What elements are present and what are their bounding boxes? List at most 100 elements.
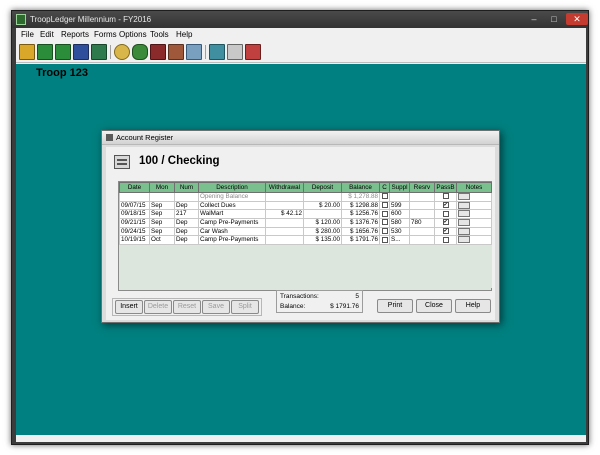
withdrawal-cell[interactable] <box>265 192 304 202</box>
deposit-cell[interactable]: $ 120.00 <box>303 218 342 228</box>
save-icon[interactable] <box>37 44 53 60</box>
notes-button[interactable] <box>458 193 470 200</box>
balance-cell[interactable]: $ 1791.76 <box>341 235 380 246</box>
column-header-passb[interactable]: PassB <box>434 182 457 193</box>
description-cell[interactable]: Opening Balance <box>198 192 266 202</box>
passbook-cell[interactable] <box>434 192 457 202</box>
table-row[interactable]: 09/21/15 Sep Dep Camp Pre-Payments $ 120.00 $… <box>119 218 492 228</box>
passbook-cell[interactable] <box>434 209 457 219</box>
column-header-c[interactable]: C <box>379 182 390 193</box>
deposit-cell[interactable]: $ 280.00 <box>303 226 342 237</box>
cleared-cell[interactable] <box>379 209 390 219</box>
num-cell[interactable]: Dep <box>174 200 199 211</box>
withdrawal-cell[interactable]: $ 42.12 <box>265 209 304 219</box>
notebook-icon[interactable] <box>209 44 225 60</box>
notes-button[interactable] <box>458 236 470 244</box>
withdrawal-cell[interactable] <box>265 235 304 246</box>
passbook-checkbox[interactable]: ✔ <box>442 228 449 235</box>
cleared-cell[interactable] <box>379 226 390 237</box>
delete-button[interactable]: Delete <box>144 300 172 314</box>
cleared-checkbox[interactable] <box>381 228 388 235</box>
notes-cell[interactable] <box>456 209 492 219</box>
num-cell[interactable]: Dep <box>174 226 199 237</box>
suppl-cell[interactable] <box>389 192 410 202</box>
folder-open-icon[interactable] <box>19 44 35 60</box>
balance-cell[interactable]: $ 1656.76 <box>341 226 380 237</box>
passbook-checkbox[interactable] <box>442 236 449 243</box>
suppl-cell[interactable]: 600 <box>389 209 410 219</box>
calendar-icon[interactable] <box>91 44 107 60</box>
date-cell[interactable]: 09/07/15 <box>119 200 150 211</box>
insert-button[interactable]: Insert <box>115 300 143 314</box>
month-cell[interactable]: Sep <box>149 226 175 237</box>
table-row[interactable]: 10/19/15 Oct Dep Camp Pre-Payments $ 135.00 $… <box>119 235 492 246</box>
notes-button[interactable] <box>458 210 470 218</box>
withdrawal-cell[interactable] <box>265 200 304 211</box>
resrv-cell[interactable] <box>409 209 435 219</box>
maximize-button[interactable]: □ <box>545 13 563 25</box>
notes-cell[interactable] <box>456 192 492 202</box>
menu-file[interactable]: File <box>21 28 34 42</box>
passbook-cell[interactable] <box>434 235 457 246</box>
deposit-cell[interactable] <box>303 209 342 219</box>
minimize-button[interactable]: – <box>525 13 543 25</box>
cleared-cell[interactable] <box>379 235 390 246</box>
description-cell[interactable]: Car Wash <box>198 226 266 237</box>
passbook-checkbox[interactable]: ✔ <box>442 202 449 209</box>
notes-button[interactable] <box>458 202 470 209</box>
scout-icon[interactable] <box>132 44 148 60</box>
description-cell[interactable]: Camp Pre-Payments <box>198 218 266 228</box>
notes-button[interactable] <box>458 219 470 227</box>
column-header-balance[interactable]: Balance <box>341 182 380 193</box>
handshake-icon[interactable] <box>186 44 202 60</box>
date-cell[interactable]: 09/18/15 <box>119 209 150 219</box>
resrv-cell[interactable] <box>409 226 435 237</box>
date-cell[interactable]: 09/24/15 <box>119 226 150 237</box>
deposit-cell[interactable]: $ 135.00 <box>303 235 342 246</box>
balance-cell[interactable]: $ 1298.88 <box>341 200 380 211</box>
column-header-resrv[interactable]: Resrv <box>409 182 435 193</box>
table-row[interactable]: 09/18/15 Sep 217 WalMart $ 42.12 $ 1256.76 600 <box>119 209 492 219</box>
accounts-icon[interactable] <box>73 44 89 60</box>
notes-cell[interactable] <box>456 200 492 211</box>
close-button[interactable]: Close <box>416 299 452 313</box>
suppl-cell[interactable]: S... <box>389 235 410 246</box>
month-cell[interactable]: Oct <box>149 235 175 246</box>
table-row[interactable]: 09/07/15 Sep Dep Collect Dues $ 20.00 $ 1298.… <box>119 200 492 211</box>
print-button[interactable]: Print <box>377 299 413 313</box>
num-cell[interactable]: Dep <box>174 218 199 228</box>
notes-cell[interactable] <box>456 226 492 237</box>
column-header-notes[interactable]: Notes <box>456 182 492 193</box>
passbook-checkbox[interactable] <box>442 210 449 217</box>
num-cell[interactable]: Dep <box>174 235 199 246</box>
menu-tools[interactable]: Tools <box>150 28 169 42</box>
resrv-cell[interactable] <box>409 192 435 202</box>
month-cell[interactable] <box>149 192 175 202</box>
save-button[interactable]: Save <box>202 300 230 314</box>
withdrawal-cell[interactable] <box>265 226 304 237</box>
close-window-button[interactable]: ✕ <box>566 13 588 25</box>
reset-button[interactable]: Reset <box>173 300 201 314</box>
column-header-withdrawal[interactable]: Withdrawal <box>265 182 304 193</box>
report-icon[interactable] <box>245 44 261 60</box>
save-all-icon[interactable] <box>55 44 71 60</box>
resrv-cell[interactable] <box>409 200 435 211</box>
table-row[interactable]: Opening Balance $ 1,278.88 <box>119 192 492 202</box>
passbook-checkbox[interactable]: ✔ <box>442 219 449 226</box>
column-header-date[interactable]: Date <box>119 182 150 193</box>
num-cell[interactable]: 217 <box>174 209 199 219</box>
menu-help[interactable]: Help <box>176 28 192 42</box>
cleared-checkbox[interactable] <box>381 210 388 217</box>
balance-cell[interactable]: $ 1,278.88 <box>341 192 380 202</box>
description-cell[interactable]: Collect Dues <box>198 200 266 211</box>
date-cell[interactable] <box>119 192 150 202</box>
month-cell[interactable]: Sep <box>149 209 175 219</box>
month-cell[interactable]: Sep <box>149 200 175 211</box>
menu-edit[interactable]: Edit <box>40 28 54 42</box>
menu-options[interactable]: Options <box>119 28 147 42</box>
suppl-cell[interactable]: 599 <box>389 200 410 211</box>
money-bag-icon[interactable] <box>114 44 130 60</box>
suppl-cell[interactable]: 580 <box>389 218 410 228</box>
column-header-mon[interactable]: Mon <box>149 182 175 193</box>
date-cell[interactable]: 09/21/15 <box>119 218 150 228</box>
